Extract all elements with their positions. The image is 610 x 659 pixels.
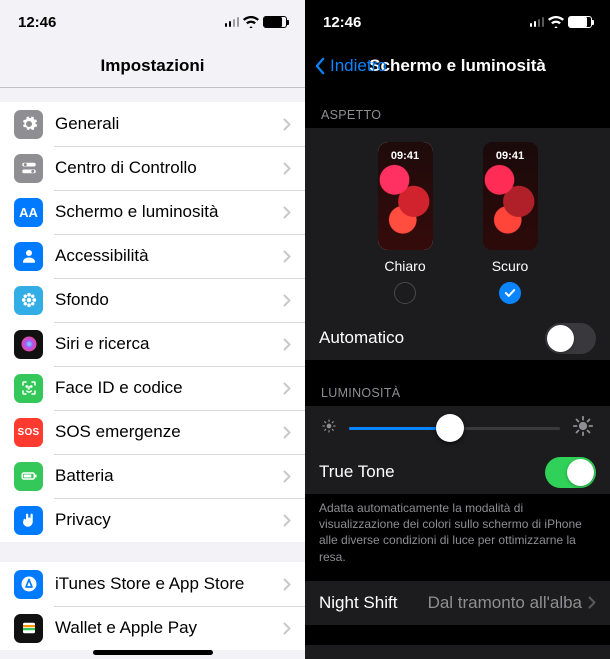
toggle-automatico[interactable]	[545, 323, 596, 354]
chevron-right-icon	[283, 382, 291, 395]
person-icon	[14, 242, 43, 271]
wifi-icon	[243, 16, 259, 28]
wifi-icon	[548, 16, 564, 28]
group-aspetto: ASPETTO 09:41 Chiaro 09:41 Scuro Automat…	[305, 102, 610, 360]
settings-group: iTunes Store e App Store Wallet e Apple P…	[0, 562, 305, 650]
wallet-icon	[14, 614, 43, 643]
row-label: True Tone	[319, 462, 545, 482]
battery-icon	[14, 462, 43, 491]
row-label: Siri e ricerca	[55, 334, 283, 354]
cellular-icon	[530, 17, 545, 27]
settings-row[interactable]: Batteria	[0, 454, 305, 498]
chevron-right-icon	[283, 162, 291, 175]
settings-row[interactable]: Sfondo	[0, 278, 305, 322]
row-automatico: Automatico	[305, 316, 610, 360]
battery-icon	[263, 16, 287, 28]
row-label: Accessibilità	[55, 246, 283, 266]
row-blocco-automatico[interactable]: Blocco automatico 30 secondi	[305, 645, 610, 659]
row-label: Wallet e Apple Pay	[55, 618, 283, 638]
back-button[interactable]: Indietro	[315, 56, 387, 76]
slider-thumb[interactable]	[436, 414, 464, 442]
brightness-slider[interactable]	[305, 406, 610, 450]
group-nightshift: Night Shift Dal tramonto all'alba	[305, 581, 610, 625]
brightness-low-icon	[321, 418, 337, 439]
cellular-icon	[225, 17, 240, 27]
row-label: Privacy	[55, 510, 283, 530]
settings-row[interactable]: iTunes Store e App Store	[0, 562, 305, 606]
row-label: SOS emergenze	[55, 422, 283, 442]
appstore-icon	[14, 570, 43, 599]
chevron-right-icon	[588, 596, 596, 609]
display-brightness-root: 12:46 Indietro Schermo e luminosità ASPE…	[305, 0, 610, 659]
group-header: LUMINOSITÀ	[305, 380, 610, 406]
gear-icon	[14, 110, 43, 139]
settings-row[interactable]: Face ID e codice	[0, 366, 305, 410]
settings-root: 12:46 Impostazioni Generali Centro di Con…	[0, 0, 305, 659]
row-label: Centro di Controllo	[55, 158, 283, 178]
siri-icon	[14, 330, 43, 359]
row-label: Face ID e codice	[55, 378, 283, 398]
radio-off-icon[interactable]	[394, 282, 416, 304]
page-title: Schermo e luminosità	[369, 56, 546, 76]
navbar: Impostazioni	[0, 44, 305, 88]
group-luminosita: LUMINOSITÀ True Tone Adatta automaticame…	[305, 380, 610, 575]
chevron-right-icon	[283, 294, 291, 307]
page-title: Impostazioni	[101, 56, 205, 76]
settings-row[interactable]: Generali	[0, 102, 305, 146]
settings-row[interactable]: AA Schermo e luminosità	[0, 190, 305, 234]
row-label: Automatico	[319, 328, 545, 348]
toggle-truetone[interactable]	[545, 457, 596, 488]
row-label: Night Shift	[319, 593, 428, 613]
settings-row[interactable]: Privacy	[0, 498, 305, 542]
chevron-right-icon	[283, 426, 291, 439]
flower-icon	[14, 286, 43, 315]
settings-row[interactable]: Accessibilità	[0, 234, 305, 278]
row-label: Batteria	[55, 466, 283, 486]
row-label: Sfondo	[55, 290, 283, 310]
chevron-right-icon	[283, 470, 291, 483]
chevron-right-icon	[283, 118, 291, 131]
row-label: iTunes Store e App Store	[55, 574, 283, 594]
appearance-option-dark[interactable]: 09:41 Scuro	[483, 142, 538, 304]
status-time: 12:46	[323, 14, 361, 31]
back-label: Indietro	[330, 56, 387, 76]
chevron-right-icon	[283, 206, 291, 219]
settings-group: Generali Centro di Controllo AA Schermo e l…	[0, 102, 305, 542]
home-indicator[interactable]	[93, 650, 213, 655]
settings-row[interactable]: Centro di Controllo	[0, 146, 305, 190]
appearance-label: Scuro	[492, 258, 529, 274]
appearance-label: Chiaro	[384, 258, 425, 274]
settings-row[interactable]: Siri e ricerca	[0, 322, 305, 366]
group-header: ASPETTO	[305, 102, 610, 128]
battery-icon	[568, 16, 592, 28]
group-lock: Blocco automatico 30 secondi Alza per at…	[305, 645, 610, 659]
aa-icon: AA	[14, 198, 43, 227]
row-value: Dal tramonto all'alba	[428, 593, 582, 613]
row-label: Generali	[55, 114, 283, 134]
chevron-right-icon	[283, 514, 291, 527]
chevron-right-icon	[283, 250, 291, 263]
settings-row[interactable]: SOS SOS emergenze	[0, 410, 305, 454]
faceid-icon	[14, 374, 43, 403]
appearance-option-light[interactable]: 09:41 Chiaro	[378, 142, 433, 304]
row-nightshift[interactable]: Night Shift Dal tramonto all'alba	[305, 581, 610, 625]
switches-icon	[14, 154, 43, 183]
hand-icon	[14, 506, 43, 535]
status-bar: 12:46	[0, 0, 305, 44]
appearance-picker: 09:41 Chiaro 09:41 Scuro	[305, 128, 610, 316]
status-time: 12:46	[18, 14, 56, 31]
sos-icon: SOS	[14, 418, 43, 447]
row-truetone: True Tone	[305, 450, 610, 494]
row-label: Schermo e luminosità	[55, 202, 283, 222]
slider-track[interactable]	[349, 427, 560, 430]
radio-on-icon[interactable]	[499, 282, 521, 304]
truetone-footnote: Adatta automaticamente la modalità di vi…	[305, 494, 610, 575]
chevron-right-icon	[283, 622, 291, 635]
navbar: Indietro Schermo e luminosità	[305, 44, 610, 88]
chevron-right-icon	[283, 578, 291, 591]
settings-row[interactable]: Wallet e Apple Pay	[0, 606, 305, 650]
status-bar: 12:46	[305, 0, 610, 44]
chevron-right-icon	[283, 338, 291, 351]
brightness-high-icon	[572, 415, 594, 442]
